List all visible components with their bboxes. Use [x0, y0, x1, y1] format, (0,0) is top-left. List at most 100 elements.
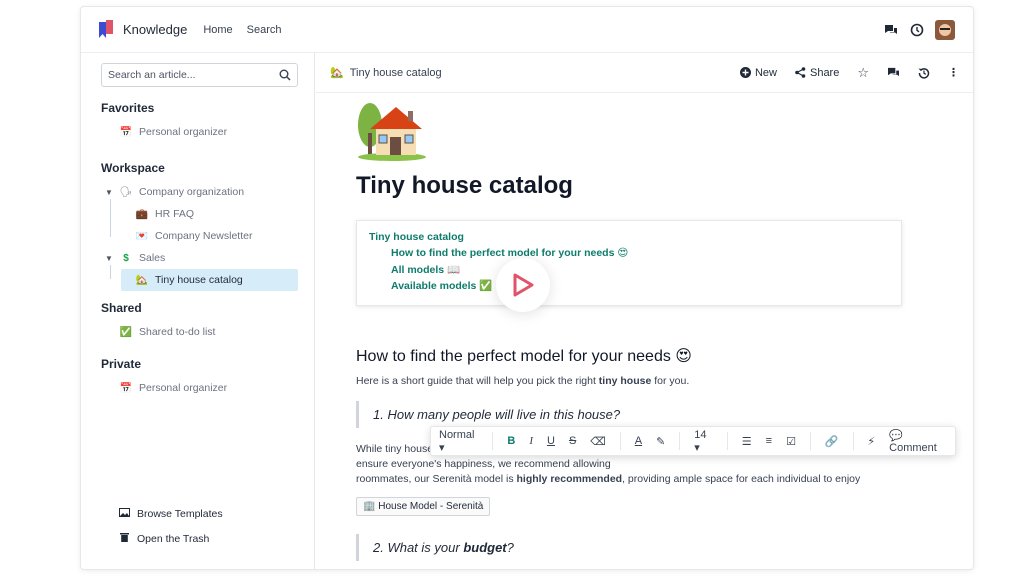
workspace-tiny-house-catalog[interactable]: 🏡 Tiny house catalog	[121, 269, 298, 291]
para-line-3: roommates, our Serenità model is	[356, 473, 517, 485]
dollar-icon: $	[123, 252, 129, 264]
text-format-toolbar: Normal ▾ B I U S ⌫ A ✎ 14 ▾ ☰ ≡ ☑ 🔗 ⚡ 💬 …	[430, 426, 956, 456]
share-button[interactable]: Share	[795, 67, 839, 79]
article-header-bar: 🏡 Tiny house catalog New Share ☆ ⋮	[316, 53, 973, 93]
top-navbar: Knowledge Home Search	[81, 7, 973, 53]
check-mark-icon: ✅	[119, 326, 133, 338]
speaking-head-icon: 🗣	[119, 186, 133, 198]
private-personal-organizer[interactable]: 📅 Personal organizer	[101, 377, 298, 399]
checklist-icon[interactable]: ☑	[786, 435, 796, 448]
breadcrumb[interactable]: 🏡 Tiny house catalog	[330, 66, 442, 80]
paragraph-style-dropdown[interactable]: Normal ▾	[439, 429, 478, 454]
user-avatar[interactable]	[935, 19, 955, 40]
font-size-value: 14	[694, 428, 707, 441]
para-line-2: ensure everyone's happiness, we recommen…	[356, 458, 611, 470]
workspace-title: Workspace	[101, 161, 165, 175]
magic-wand-icon[interactable]: ⚡	[867, 435, 875, 448]
item-label: HR FAQ	[155, 208, 195, 220]
font-color-icon[interactable]: A	[635, 435, 642, 447]
question-1-quote[interactable]: 1. How many people will live in this hou…	[356, 401, 916, 428]
divider	[809, 432, 811, 450]
caret-down-icon[interactable]: ▼	[105, 254, 113, 263]
intro-bold: tiny house	[598, 375, 652, 387]
q2-text-end: ?	[506, 540, 514, 555]
breadcrumb-label: Tiny house catalog	[349, 66, 442, 79]
video-play-button[interactable]	[496, 258, 550, 312]
top-right-tools	[883, 19, 955, 40]
item-label: Browse Templates	[137, 507, 223, 520]
para-line-1: While tiny house	[356, 443, 434, 455]
nav-search[interactable]: Search	[247, 24, 282, 36]
intro-text-end: for you.	[651, 375, 690, 387]
play-icon	[513, 273, 534, 297]
link-icon[interactable]: 🔗	[825, 435, 839, 448]
divider	[492, 432, 494, 450]
article-title[interactable]: Tiny house catalog	[356, 172, 916, 200]
divider	[679, 432, 681, 450]
workspace-sales[interactable]: ▼ $ Sales	[101, 247, 298, 269]
workspace-company-organization[interactable]: ▼ 🗣 Company organization	[101, 181, 298, 203]
font-size-dropdown[interactable]: 14 ▾	[694, 429, 713, 454]
intro-paragraph[interactable]: Here is a short guide that will help you…	[356, 374, 916, 389]
new-label: New	[754, 66, 777, 79]
workspace-tree: ▼ 🗣 Company organization 💼 HR FAQ 💌 Comp…	[101, 181, 298, 291]
share-label: Share	[809, 66, 840, 79]
bold-icon[interactable]: B	[507, 435, 515, 447]
strikethrough-icon[interactable]: S	[569, 435, 576, 447]
briefcase-icon: 💼	[135, 208, 149, 220]
shared-todo-list[interactable]: ✅ Shared to-do list	[101, 321, 298, 343]
numbered-list-icon[interactable]: ≡	[766, 435, 772, 447]
comments-icon[interactable]	[887, 67, 900, 78]
italic-icon[interactable]: I	[529, 435, 533, 447]
caret-down-icon[interactable]: ▼	[105, 188, 113, 197]
item-label: Open the Trash	[137, 532, 210, 545]
snippet-label: House Model - Serenità	[378, 501, 484, 512]
workspace-company-newsletter[interactable]: 💌 Company Newsletter	[101, 225, 298, 247]
item-label: Personal organizer	[139, 126, 228, 138]
building-icon: 🏢	[363, 501, 376, 512]
comment-label: Comment	[889, 441, 937, 454]
article-content: Tiny house catalog Tiny house catalog Ho…	[356, 97, 916, 569]
new-button[interactable]: New	[739, 66, 777, 79]
para-line-3-end: , providing ample space for each individ…	[622, 473, 861, 485]
brush-icon[interactable]: ✎	[656, 435, 665, 448]
section-heading[interactable]: How to find the perfect model for your n…	[356, 346, 916, 366]
divider	[726, 432, 728, 450]
history-icon[interactable]	[918, 67, 930, 79]
favorite-personal-organizer[interactable]: 📅 Personal organizer	[101, 121, 298, 143]
item-label: Company organization	[139, 186, 245, 198]
toc-item[interactable]: All models 📖	[369, 263, 889, 279]
star-icon[interactable]: ☆	[857, 65, 869, 81]
q2-text: 2. What is your	[373, 540, 464, 555]
workspace-hr-faq[interactable]: 💼 HR FAQ	[101, 203, 298, 225]
toc-item[interactable]: Tiny house catalog	[369, 231, 889, 247]
q2-bold: budget	[463, 540, 507, 555]
more-options-icon[interactable]: ⋮	[948, 66, 959, 79]
house-icon: 🏡	[330, 67, 344, 79]
house-model-snippet[interactable]: 🏢 House Model - Serenità	[356, 497, 491, 516]
app-brand[interactable]: Knowledge	[123, 22, 187, 37]
question-2-quote[interactable]: 2. What is your budget?	[356, 534, 916, 561]
underline-icon[interactable]: U	[547, 435, 555, 447]
search-article-input[interactable]: Search an article...	[101, 63, 298, 87]
browse-templates-link[interactable]: Browse Templates	[117, 501, 223, 526]
search-icon[interactable]	[279, 69, 291, 81]
calendar-icon: 📅	[119, 382, 133, 394]
favorites-title: Favorites	[101, 101, 155, 115]
item-label: Personal organizer	[139, 382, 228, 394]
toc-item[interactable]: How to find the perfect model for your n…	[369, 247, 889, 263]
house-icon: 🏡	[135, 274, 149, 286]
toc-item[interactable]: Available models ✅	[369, 279, 889, 295]
para-bold: highly recommended	[516, 473, 623, 485]
open-trash-link[interactable]: Open the Trash	[117, 526, 223, 551]
style-label: Normal	[439, 428, 475, 441]
nav-home[interactable]: Home	[203, 24, 232, 36]
clock-icon[interactable]	[909, 22, 925, 38]
table-of-contents: Tiny house catalog How to find the perfe…	[356, 220, 902, 306]
comment-button[interactable]: 💬 Comment	[889, 429, 947, 454]
bullet-list-icon[interactable]: ☰	[742, 435, 752, 448]
calendar-icon: 📅	[119, 126, 133, 138]
sidebar: Search an article... Favorites 📅 Persona…	[81, 53, 315, 569]
eraser-icon[interactable]: ⌫	[590, 435, 606, 448]
chat-icon[interactable]	[883, 22, 899, 38]
